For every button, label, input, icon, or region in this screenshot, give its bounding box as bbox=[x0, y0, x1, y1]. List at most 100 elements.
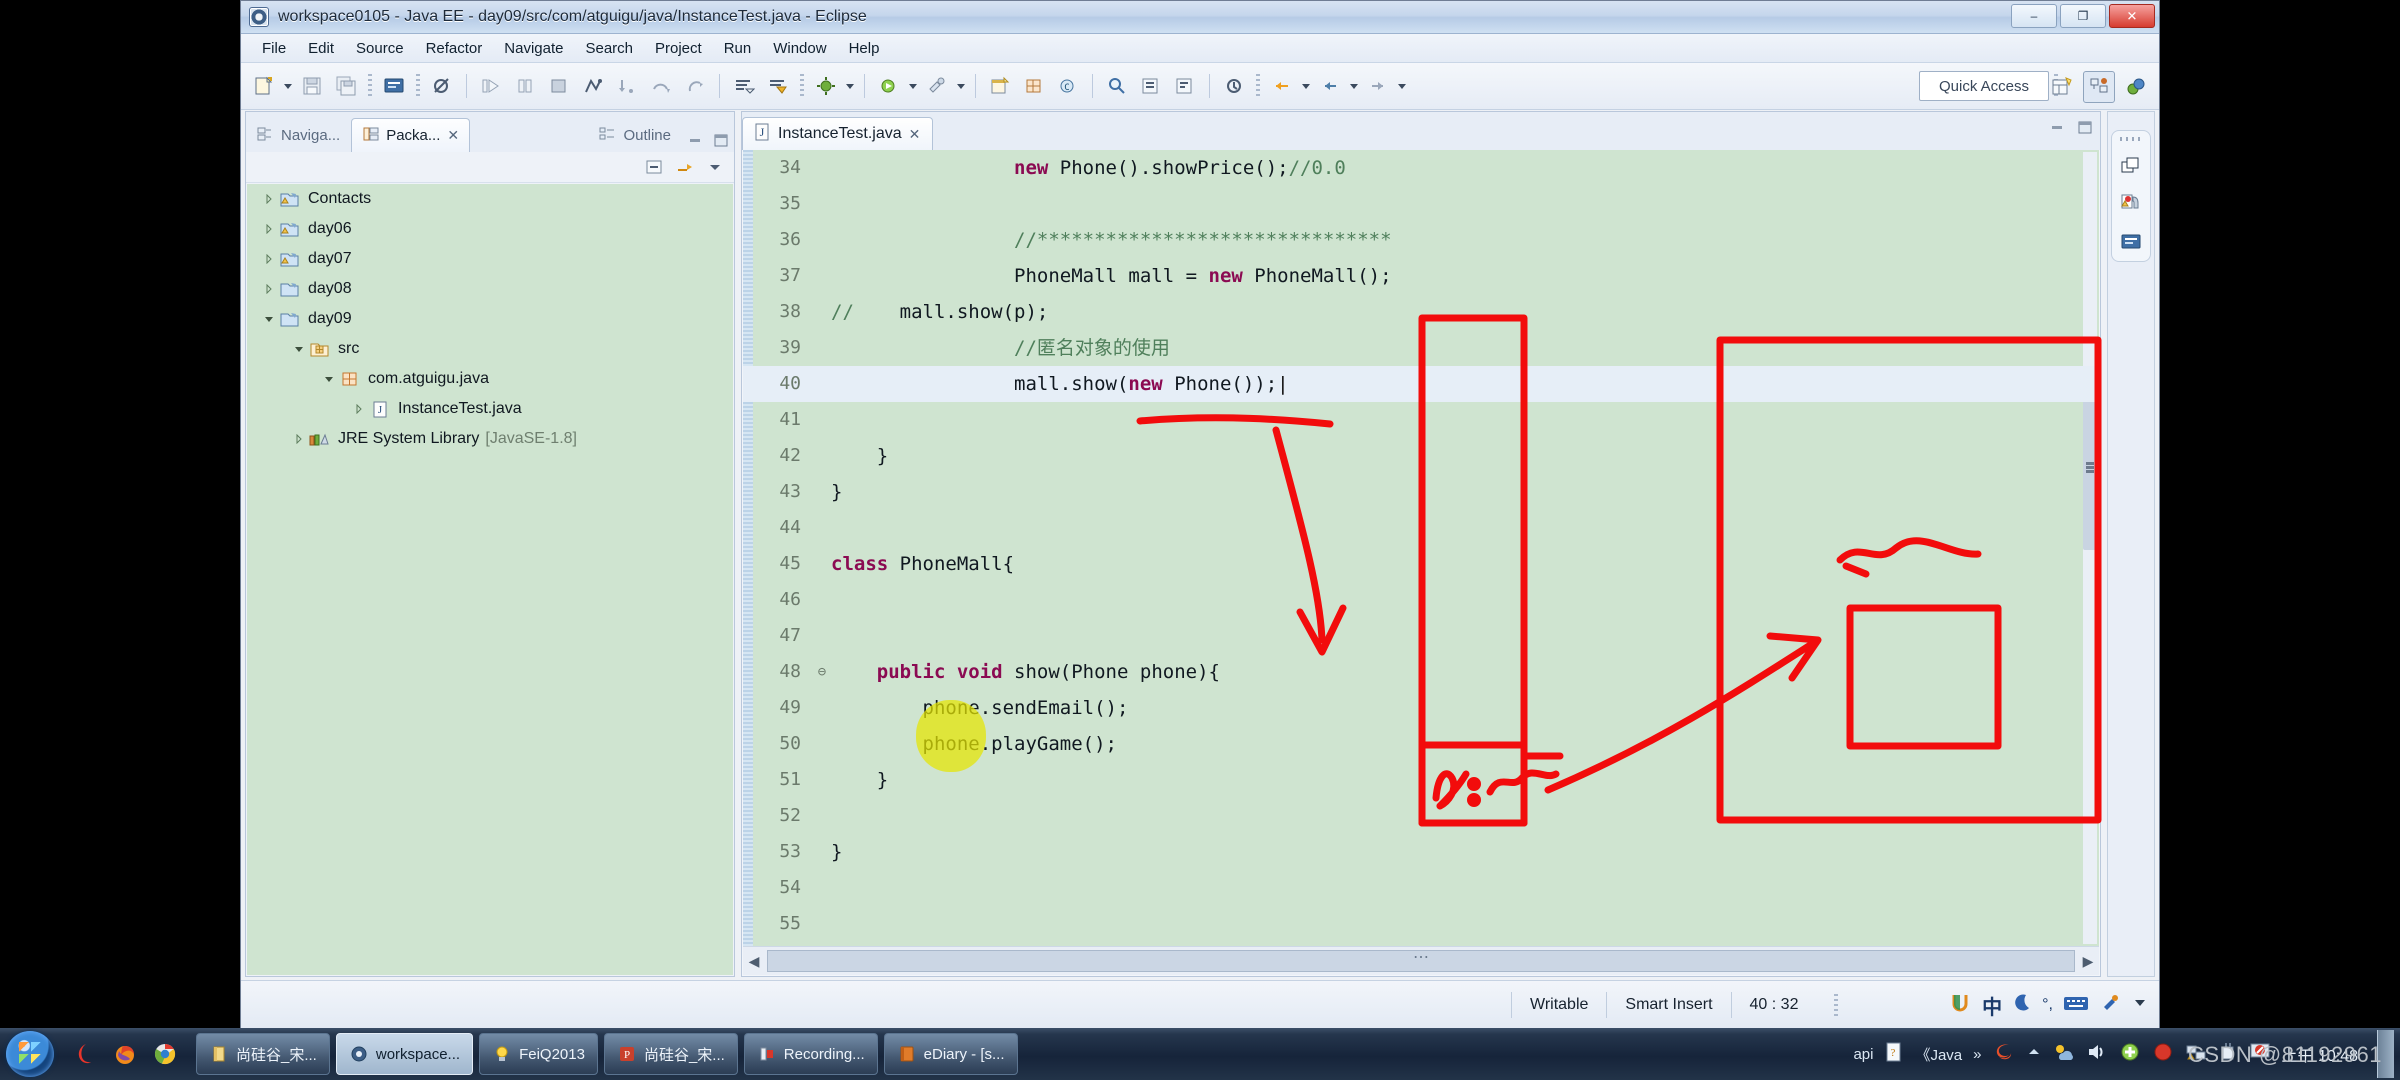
tray-label-api[interactable]: api bbox=[1853, 1046, 1873, 1063]
code-line[interactable]: 39 //匿名对象的使用 bbox=[743, 330, 2099, 366]
taskbar-item-3[interactable]: P 尚硅谷_宋... bbox=[603, 1033, 738, 1075]
tree-item-day07[interactable]: day07 bbox=[247, 244, 733, 274]
tab-navigator[interactable]: Naviga... bbox=[246, 118, 351, 152]
tree-item-src[interactable]: src bbox=[247, 334, 733, 364]
close-icon[interactable]: ✕ bbox=[447, 127, 459, 144]
collapse-arrow-icon[interactable] bbox=[261, 311, 277, 327]
step-into-icon[interactable] bbox=[611, 70, 643, 102]
new-icon[interactable] bbox=[248, 70, 280, 102]
ime-tools-icon[interactable] bbox=[2099, 992, 2121, 1019]
new-package-icon[interactable] bbox=[1018, 70, 1050, 102]
volume-icon[interactable] bbox=[2086, 1042, 2108, 1067]
menu-item-project[interactable]: Project bbox=[644, 37, 713, 60]
code-line[interactable]: 45 class PhoneMall{ bbox=[743, 546, 2099, 582]
open-type-icon[interactable] bbox=[1135, 70, 1167, 102]
save-all-icon[interactable] bbox=[330, 70, 362, 102]
previous-annotation-icon[interactable] bbox=[762, 70, 794, 102]
code-line[interactable]: 42 } bbox=[743, 438, 2099, 474]
java-perspective-icon[interactable] bbox=[2121, 72, 2151, 102]
collapse-all-icon[interactable] bbox=[642, 156, 668, 178]
toolbar-drag-handle-2[interactable] bbox=[416, 74, 420, 98]
addon-icon[interactable] bbox=[2119, 1041, 2141, 1068]
horizontal-scrollbar[interactable]: ◀ ▶ bbox=[743, 946, 2099, 975]
start-button[interactable] bbox=[6, 1031, 54, 1077]
tab-outline[interactable]: Outline bbox=[588, 118, 682, 152]
expand-arrow-icon[interactable] bbox=[291, 431, 307, 447]
step-over-icon[interactable] bbox=[645, 70, 677, 102]
tab-package-explorer[interactable]: Packa... ✕ bbox=[351, 118, 471, 152]
code-line[interactable]: 40 mall.show(new Phone());| bbox=[743, 366, 2099, 402]
menu-item-navigate[interactable]: Navigate bbox=[493, 37, 574, 60]
code-line[interactable]: 48 ⊖ public void show(Phone phone){ bbox=[743, 654, 2099, 690]
taskbar-item-5[interactable]: eDiary - [s... bbox=[883, 1033, 1018, 1075]
menu-item-search[interactable]: Search bbox=[574, 37, 644, 60]
code-line[interactable]: 36 //******************************* bbox=[743, 222, 2099, 258]
expand-arrow-icon[interactable] bbox=[261, 191, 277, 207]
code-line[interactable]: 35 bbox=[743, 186, 2099, 222]
code-line[interactable]: 41 bbox=[743, 402, 2099, 438]
collapse-arrow-icon[interactable] bbox=[321, 371, 337, 387]
weather-icon[interactable] bbox=[2053, 1042, 2075, 1067]
close-icon[interactable]: ✕ bbox=[909, 126, 921, 143]
tray-overflow-label[interactable]: » bbox=[1973, 1046, 1981, 1063]
ime-punctuation-icon[interactable]: °, bbox=[2042, 996, 2053, 1014]
skip-breakpoints-icon[interactable] bbox=[426, 70, 458, 102]
stop-icon[interactable] bbox=[543, 70, 575, 102]
menu-item-help[interactable]: Help bbox=[838, 37, 891, 60]
external-tools-caret-icon[interactable] bbox=[957, 83, 965, 89]
last-edit-location-icon[interactable] bbox=[1218, 70, 1250, 102]
code-line[interactable]: 55 bbox=[743, 906, 2099, 942]
step-return-icon[interactable] bbox=[679, 70, 711, 102]
close-button[interactable]: ✕ bbox=[2109, 4, 2155, 28]
minimize-editor-button[interactable] bbox=[2048, 120, 2066, 141]
chrome-icon[interactable] bbox=[152, 1041, 178, 1067]
code-viewport[interactable]: 34 new Phone().showPrice();//0.0 35 36 //*… bbox=[743, 150, 2099, 946]
external-tools-icon[interactable] bbox=[921, 70, 953, 102]
back-icon[interactable] bbox=[1314, 70, 1346, 102]
menu-item-source[interactable]: Source bbox=[345, 37, 415, 60]
expand-arrow-icon[interactable] bbox=[261, 281, 277, 297]
firefox-icon[interactable] bbox=[112, 1041, 138, 1067]
taskbar-item-4[interactable]: Recording... bbox=[743, 1033, 878, 1075]
ime-halfwidth-icon[interactable] bbox=[2012, 992, 2032, 1019]
console-icon[interactable] bbox=[378, 70, 410, 102]
horizontal-scrollbar-thumb[interactable] bbox=[767, 950, 2075, 972]
ime-u-icon[interactable] bbox=[1948, 991, 1972, 1020]
tray-label-java[interactable]: 《Java bbox=[1915, 1044, 1962, 1065]
toolbar-drag-handle-4[interactable] bbox=[1256, 74, 1260, 98]
sogou-icon[interactable] bbox=[1993, 1041, 2015, 1068]
view-menu-icon[interactable] bbox=[702, 156, 728, 178]
scroll-right-arrow-icon[interactable]: ▶ bbox=[2077, 948, 2099, 974]
run-icon[interactable] bbox=[475, 70, 507, 102]
code-line[interactable]: 44 bbox=[743, 510, 2099, 546]
ime-menu-icon[interactable] bbox=[2131, 994, 2149, 1017]
code-line[interactable]: 53} bbox=[743, 834, 2099, 870]
editor-tab-instancetest[interactable]: J InstanceTest.java ✕ bbox=[742, 117, 934, 150]
run-config-caret-icon[interactable] bbox=[909, 83, 917, 89]
quick-access-input[interactable]: Quick Access bbox=[1919, 71, 2049, 101]
taskbar-item-1[interactable]: workspace... bbox=[335, 1033, 474, 1075]
minimize-view-button[interactable] bbox=[682, 130, 708, 152]
maximize-editor-button[interactable] bbox=[2076, 120, 2094, 141]
code-line[interactable]: 37 PhoneMall mall = new PhoneMall(); bbox=[743, 258, 2099, 294]
source-code[interactable]: 34 new Phone().showPrice();//0.0 35 36 //*… bbox=[743, 150, 2099, 946]
show-hidden-arrow-icon[interactable] bbox=[2026, 1045, 2042, 1064]
step-icon[interactable] bbox=[577, 70, 609, 102]
console-view-icon[interactable] bbox=[2117, 229, 2145, 255]
tree-item-day09[interactable]: day09 bbox=[247, 304, 733, 334]
previous-edit-caret-icon[interactable] bbox=[1302, 83, 1310, 89]
code-line[interactable]: 34 new Phone().showPrice();//0.0 bbox=[743, 150, 2099, 186]
expand-arrow-icon[interactable] bbox=[351, 401, 367, 417]
expand-arrow-icon[interactable] bbox=[261, 221, 277, 237]
java-ee-perspective-icon[interactable] bbox=[2083, 71, 2115, 103]
new-dropdown-caret-icon[interactable] bbox=[284, 83, 292, 89]
debug-dropdown-caret-icon[interactable] bbox=[846, 83, 854, 89]
back-caret-icon[interactable] bbox=[1350, 83, 1358, 89]
tree-item-day08[interactable]: day08 bbox=[247, 274, 733, 304]
open-task-icon[interactable] bbox=[1169, 70, 1201, 102]
status-drag-handle[interactable] bbox=[1834, 994, 1839, 1016]
search-icon[interactable] bbox=[1101, 70, 1133, 102]
tree-item-contacts[interactable]: Contacts bbox=[247, 184, 733, 214]
new-perspective-icon[interactable] bbox=[2047, 72, 2077, 102]
ime-keyboard-icon[interactable] bbox=[2063, 993, 2089, 1018]
